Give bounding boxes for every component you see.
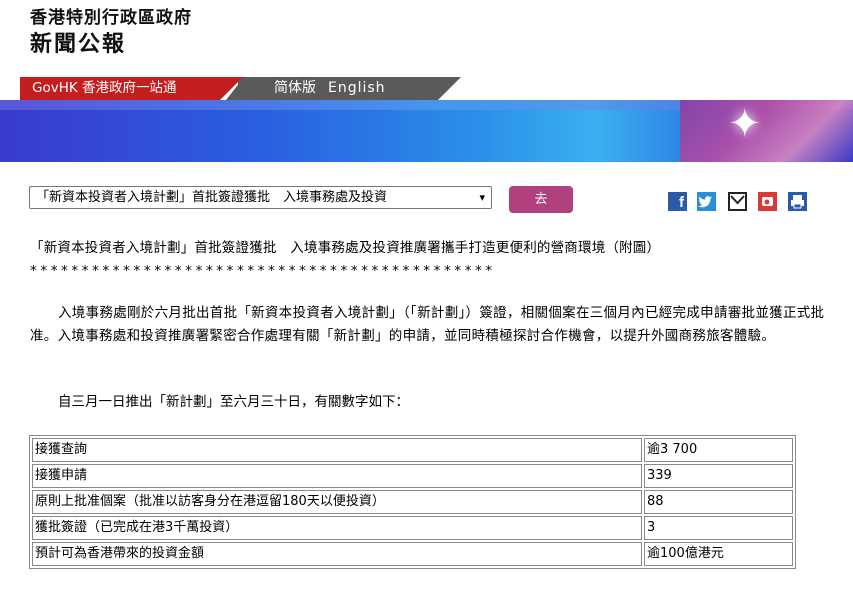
govhk-link[interactable]: GovHK 香港政府一站通 (20, 77, 220, 100)
table-cell-value: 逾3 700 (644, 438, 793, 462)
english-link[interactable]: English (328, 77, 386, 100)
table-cell-value: 逾100億港元 (644, 542, 793, 566)
email-share-icon[interactable] (728, 192, 747, 211)
table-row: 接獲申請 339 (32, 464, 793, 488)
header-banner: ✦ (0, 100, 853, 162)
banner-decoration (680, 100, 853, 162)
sparkle-icon: ✦ (728, 101, 762, 147)
table-row: 預計可為香港帶來的投資金額 逾100億港元 (32, 542, 793, 566)
table-cell-value: 3 (644, 516, 793, 540)
table-cell-label: 獲批簽證（已完成在港3千萬投資） (32, 516, 642, 540)
table-row: 接獲查詢 逾3 700 (32, 438, 793, 462)
table-cell-label: 預計可為香港帶來的投資金額 (32, 542, 642, 566)
govhk-tab-tip (220, 77, 243, 100)
twitter-share-icon[interactable] (697, 192, 716, 211)
table-cell-label: 接獲申請 (32, 464, 642, 488)
print-icon[interactable] (788, 192, 807, 211)
chevron-down-icon: ▾ (479, 191, 485, 204)
top-navbar: GovHK 香港政府一站通 简体版 English (20, 77, 461, 100)
title-separator: ****************************************… (30, 263, 496, 279)
table-row: 原則上批准個案（批准以訪客身分在港逗留180天以便投資） 88 (32, 490, 793, 514)
masthead-line2: 新聞公報 (30, 32, 127, 57)
table-row: 獲批簽證（已完成在港3千萬投資） 3 (32, 516, 793, 540)
press-release-title: 「新資本投資者入境計劃」首批簽證獲批 入境事務處及投資推廣署攜手打造更便利的營商… (30, 240, 661, 256)
press-release-select-value: 「新資本投資者入境計劃」首批簽證獲批 入境事務處及投資 (36, 190, 388, 205)
facebook-share-icon[interactable]: f (668, 192, 687, 211)
table-cell-label: 接獲查詢 (32, 438, 642, 462)
masthead-line1: 香港特別行政區政府 (30, 8, 192, 28)
table-cell-label: 原則上批准個案（批准以訪客身分在港逗留180天以便投資） (32, 490, 642, 514)
table-cell-value: 339 (644, 464, 793, 488)
simplified-chinese-link[interactable]: 简体版 (274, 77, 316, 100)
language-bar-tip (438, 77, 461, 100)
article-paragraph-2: 自三月一日推出「新計劃」至六月三十日，有關數字如下： (58, 394, 409, 410)
table-cell-value: 88 (644, 490, 793, 514)
weibo-share-icon[interactable] (758, 192, 777, 211)
press-release-select[interactable]: 「新資本投資者入境計劃」首批簽證獲批 入境事務處及投資 ▾ (29, 186, 492, 209)
masthead-logo[interactable]: 香港特別行政區政府 新聞公報 (30, 8, 192, 60)
article-paragraph-1: 入境事務處剛於六月批出首批「新資本投資者入境計劃」（「新計劃」）簽證，相關個案在… (30, 305, 825, 344)
statistics-table: 接獲查詢 逾3 700 接獲申請 339 原則上批准個案（批准以訪客身分在港逗留… (29, 435, 796, 569)
go-button[interactable]: 去 (509, 186, 573, 213)
